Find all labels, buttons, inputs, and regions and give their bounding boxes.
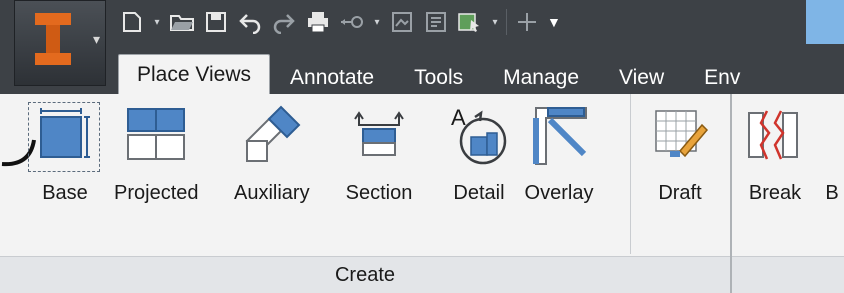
tab-manage[interactable]: Manage (483, 62, 599, 94)
panel-divider (630, 94, 631, 254)
svg-text:A: A (451, 105, 466, 130)
tab-tools[interactable]: Tools (394, 62, 483, 94)
ribbon-tabs: Place Views Annotate Tools Manage View E… (118, 54, 844, 94)
add-icon[interactable] (513, 8, 541, 36)
break-button[interactable]: Break (740, 100, 810, 218)
draft-label: Draft (658, 182, 702, 204)
window-title-area (806, 0, 844, 44)
next-tool-label: B (825, 182, 839, 204)
projected-view-icon (121, 100, 191, 170)
auxiliary-label: Auxiliary (234, 182, 310, 204)
tab-annotate[interactable]: Annotate (270, 62, 394, 94)
detail-view-button[interactable]: A Detail (444, 100, 514, 218)
document-icon[interactable] (388, 8, 416, 36)
create-panel-title[interactable]: Create (0, 256, 730, 293)
break-icon (740, 100, 810, 170)
tab-place-views[interactable]: Place Views (118, 54, 271, 94)
print-icon[interactable] (304, 8, 332, 36)
projected-view-button[interactable]: Projected (114, 100, 199, 218)
section-view-icon (344, 100, 414, 170)
chevron-down-icon[interactable]: ▾ (372, 17, 382, 28)
overlay-view-icon (524, 100, 594, 170)
open-icon[interactable] (168, 8, 196, 36)
create-panel-label: Create (334, 263, 396, 286)
next-panel-title (732, 256, 844, 293)
tab-environments[interactable]: Env (684, 62, 760, 94)
draft-view-icon (645, 100, 715, 170)
next-tool-button[interactable]: B (820, 100, 844, 218)
break-label: Break (748, 182, 802, 204)
save-icon[interactable] (202, 8, 230, 36)
base-view-button[interactable]: Base (30, 100, 100, 218)
base-view-icon (30, 100, 100, 170)
import-icon[interactable] (422, 8, 450, 36)
auxiliary-view-button[interactable]: Auxiliary (234, 100, 310, 218)
section-label: Section (345, 182, 413, 204)
chevron-down-icon: ▾ (93, 31, 101, 47)
customize-menu-icon[interactable]: ▼ (547, 14, 561, 30)
draft-view-button[interactable]: Draft (645, 100, 715, 218)
auxiliary-view-icon (237, 100, 307, 170)
section-view-button[interactable]: Section (344, 100, 414, 218)
application-menu-button[interactable]: ▾ (14, 0, 106, 86)
measure-icon[interactable] (338, 8, 366, 36)
inventor-logo-icon (35, 13, 71, 65)
detail-label: Detail (453, 182, 505, 204)
detail-view-icon: A (444, 100, 514, 170)
base-label: Base (42, 182, 88, 204)
select-icon[interactable] (456, 8, 484, 36)
chevron-down-icon[interactable]: ▾ (152, 17, 162, 28)
new-icon[interactable] (118, 8, 146, 36)
redo-icon[interactable] (270, 8, 298, 36)
tab-view[interactable]: View (599, 62, 684, 94)
quick-access-toolbar: ▾ ▾ ▾ ▼ (108, 0, 844, 44)
overlay-label: Overlay (524, 182, 594, 204)
undo-icon[interactable] (236, 8, 264, 36)
next-tool-icon (820, 100, 844, 170)
chevron-down-icon[interactable]: ▾ (490, 17, 500, 28)
projected-label: Projected (114, 182, 199, 204)
overlay-view-button[interactable]: Overlay (524, 100, 594, 218)
toolbar-separator (506, 9, 507, 35)
